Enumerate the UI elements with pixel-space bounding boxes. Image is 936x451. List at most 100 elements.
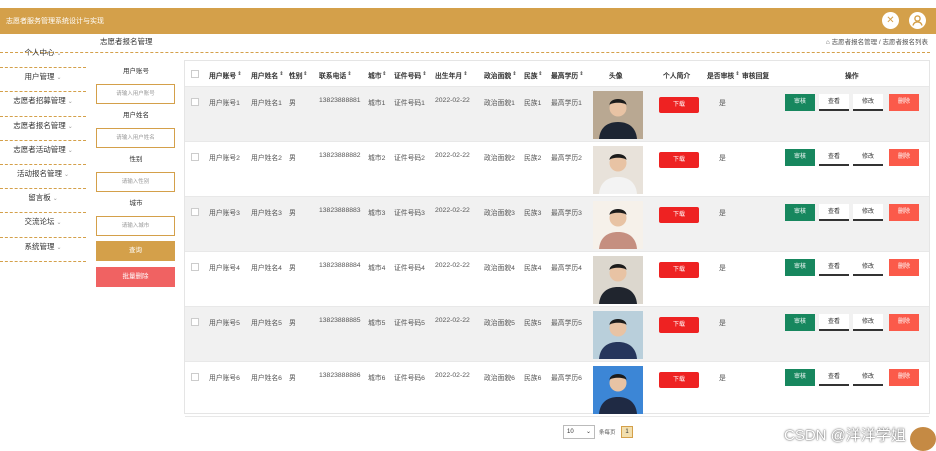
column-header[interactable]: 性别 [289,70,303,80]
column-header[interactable]: 用户账号 [209,70,236,80]
sidebar-item[interactable]: 活动报名管理 ⌄ [0,165,86,190]
sidebar-item[interactable]: 用户管理 ⌄ [0,68,86,93]
sort-icon[interactable]: ⇕ [422,71,426,77]
edit-button[interactable]: 修改 [853,94,883,111]
chevron-down-icon: ⌄ [52,196,58,203]
fullscreen-icon[interactable]: ✕ [882,12,899,29]
column-header[interactable]: 政治面貌 [484,70,511,80]
column-header[interactable]: 城市 [368,70,382,80]
cell-edu: 最高学历2 [551,155,582,162]
sort-icon[interactable]: ⇕ [279,71,283,77]
sort-icon[interactable]: ⇕ [735,71,739,77]
sidebar-item[interactable]: 交流论坛 ⌄ [0,213,86,238]
edit-button[interactable]: 修改 [853,259,883,276]
column-header[interactable]: 联系电话 [319,70,346,80]
audit-button[interactable]: 审核 [785,369,815,386]
audit-button[interactable]: 审核 [785,314,815,331]
delete-button[interactable]: 删除 [889,204,919,221]
download-intro-button[interactable]: 下载 [659,97,699,113]
delete-button[interactable]: 删除 [889,259,919,276]
sidebar-item[interactable]: 留言板 ⌄ [0,189,86,214]
sort-icon[interactable]: ⇕ [512,71,516,77]
current-page[interactable]: 1 [621,426,633,438]
view-button[interactable]: 查看 [819,204,849,221]
sort-icon[interactable]: ⇕ [463,71,467,77]
sort-icon[interactable]: ⇕ [347,71,351,77]
chevron-down-icon: ⌄ [585,429,591,435]
breadcrumb-text[interactable]: 志愿者报名管理 / 志愿者报名列表 [832,39,928,46]
search-field-label: 用户账号 [123,68,149,75]
cell-politics: 政治面貌4 [484,265,515,272]
view-button[interactable]: 查看 [819,149,849,166]
column-header[interactable]: 出生年月 [435,70,462,80]
delete-button[interactable]: 删除 [889,369,919,386]
sidebar-item[interactable]: 志愿者招募管理 ⌄ [0,92,86,117]
cell-ethnic: 民族4 [524,265,542,272]
search-input[interactable]: 请输入用户姓名 [96,128,175,148]
sort-icon[interactable]: ⇕ [538,71,542,77]
cell-birth: 2022-02-22 [435,317,470,324]
sidebar-item[interactable]: 志愿者报名管理 ⌄ [0,117,86,141]
audit-button[interactable]: 审核 [785,204,815,221]
delete-button[interactable]: 删除 [889,149,919,166]
app-title: 志愿者服务管理系统设计与实现 [6,18,104,25]
audit-button[interactable]: 审核 [785,149,815,166]
sort-icon[interactable]: ⇕ [382,71,386,77]
row-checkbox[interactable] [191,373,199,381]
audit-button[interactable]: 审核 [785,259,815,276]
table-row: 用户账号5 用户姓名5 男 13823888885 城市5 证件号码5 2022-02-22… [185,307,929,362]
cell-account: 用户账号3 [209,210,240,217]
user-avatar-icon[interactable] [909,12,926,29]
edit-button[interactable]: 修改 [853,149,883,166]
row-checkbox[interactable] [191,98,199,106]
delete-button[interactable]: 删除 [889,94,919,111]
view-button[interactable]: 查看 [819,259,849,276]
home-icon[interactable]: ⌂ [826,39,830,46]
edit-button[interactable]: 修改 [853,369,883,386]
sort-icon[interactable]: ⇕ [303,71,307,77]
sidebar-item[interactable]: 系统管理 ⌄ [0,238,86,262]
top-bar: 志愿者服务管理系统设计与实现 ✕ [0,8,936,34]
sort-icon[interactable]: ⇕ [237,71,241,77]
cell-birth: 2022-02-22 [435,207,470,214]
cell-name: 用户姓名5 [251,320,282,327]
download-intro-button[interactable]: 下载 [659,372,699,388]
column-header[interactable]: 证件号码 [394,70,421,80]
column-header[interactable]: 是否审核 [707,70,734,80]
row-checkbox[interactable] [191,208,199,216]
column-header[interactable]: 用户姓名 [251,70,278,80]
download-intro-button[interactable]: 下载 [659,262,699,278]
cell-name: 用户姓名3 [251,210,282,217]
page-size-select[interactable]: 10 ⌄ [563,425,595,439]
search-input[interactable]: 请输入城市 [96,216,175,236]
query-button[interactable]: 查询 [96,241,175,261]
download-intro-button[interactable]: 下载 [659,152,699,168]
cell-ethnic: 民族3 [524,210,542,217]
sort-icon[interactable]: ⇕ [579,71,583,77]
edit-button[interactable]: 修改 [853,204,883,221]
delete-button[interactable]: 删除 [889,314,919,331]
batch-delete-button[interactable]: 批量删除 [96,267,175,287]
column-header[interactable]: 民族 [524,70,538,80]
select-all-checkbox[interactable] [191,70,199,78]
page-size-value: 10 [567,429,574,435]
download-intro-button[interactable]: 下载 [659,317,699,333]
cell-phone: 13823888884 [319,262,361,269]
sidebar-item[interactable]: 志愿者活动管理 ⌄ [0,141,86,165]
audit-button[interactable]: 审核 [785,94,815,111]
sidebar-item[interactable]: 个人中心 ⌄ [0,44,86,69]
cell-birth: 2022-02-22 [435,97,470,104]
edit-button[interactable]: 修改 [853,314,883,331]
view-button[interactable]: 查看 [819,369,849,386]
search-field-label: 用户姓名 [123,112,149,119]
row-checkbox[interactable] [191,153,199,161]
row-checkbox[interactable] [191,318,199,326]
view-button[interactable]: 查看 [819,94,849,111]
column-header[interactable]: 最高学历 [551,70,578,80]
search-input[interactable]: 请输入性别 [96,172,175,192]
search-input[interactable]: 请输入用户账号 [96,84,175,104]
row-checkbox[interactable] [191,263,199,271]
view-button[interactable]: 查看 [819,314,849,331]
cell-city: 城市3 [368,210,386,217]
download-intro-button[interactable]: 下载 [659,207,699,223]
